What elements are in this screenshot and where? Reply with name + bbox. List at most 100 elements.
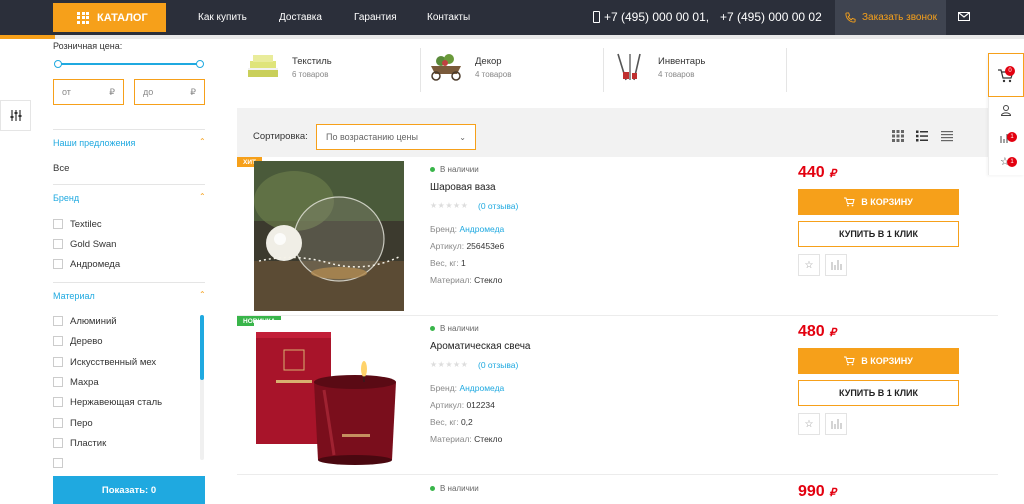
favorite-button[interactable]: ☆ [798, 254, 820, 276]
nav-contacts[interactable]: Контакты [427, 12, 470, 23]
stock-text: В наличии [440, 324, 479, 333]
category-inventory[interactable]: Инвентарь 4 товаров [610, 44, 705, 90]
brand-section-title[interactable]: Бренд [53, 193, 79, 203]
sku-value: 012234 [466, 400, 495, 410]
material-checkbox[interactable] [53, 458, 63, 468]
sort-select[interactable]: По возрастанию цены ⌄ [316, 124, 476, 150]
price-currency: ₽ [829, 487, 837, 499]
product-name[interactable]: Шаровая ваза [430, 182, 496, 193]
cart-label: В КОРЗИНУ [861, 197, 913, 207]
weight-prop-label: Вес, кг: [430, 417, 459, 427]
brand-link[interactable]: Андромеда [459, 224, 504, 234]
product-image[interactable] [254, 320, 404, 470]
offers-value[interactable]: Все [53, 163, 69, 174]
phone-1[interactable]: +7 (495) 000 00 01, [593, 10, 709, 24]
stock-status: В наличии [430, 165, 479, 174]
list-view-icon[interactable] [916, 130, 928, 142]
material-label: Алюминий [70, 316, 117, 327]
in-stock-dot [430, 326, 435, 331]
filter-toggle-button[interactable] [0, 100, 31, 131]
cart-icon [844, 197, 855, 207]
divider [53, 129, 205, 130]
product-name[interactable]: Ароматическая свеча [430, 341, 531, 352]
price-min-handle[interactable] [54, 60, 62, 68]
material-checkbox[interactable] [53, 438, 63, 448]
category-textile[interactable]: Текстиль 6 товаров [244, 44, 332, 90]
divider [786, 48, 787, 92]
brand-checkbox[interactable] [53, 259, 63, 269]
table-view-icon[interactable] [941, 130, 953, 142]
material-label: Перо [70, 418, 93, 429]
nav-how-to-buy[interactable]: Как купить [198, 12, 247, 23]
reviews-link[interactable]: (0 отзыва) [478, 201, 518, 211]
star-icon: ☆ [804, 418, 814, 430]
price-to-input[interactable]: до ₽ [134, 79, 205, 105]
product-price: 990 ₽ [798, 483, 836, 501]
phone-2[interactable]: +7 (495) 000 00 02 [720, 10, 822, 24]
material-section-title[interactable]: Материал [53, 291, 95, 301]
catalog-button[interactable]: КАТАЛОГ [53, 3, 166, 32]
buy-one-click-button[interactable]: КУПИТЬ В 1 КЛИК [798, 380, 959, 406]
in-stock-dot [430, 167, 435, 172]
category-strip: Текстиль 6 товаров Декор 4 товаров Инвента… [237, 44, 787, 92]
brand-checkbox[interactable] [53, 239, 63, 249]
mail-icon[interactable] [958, 12, 970, 21]
side-compare-button[interactable]: 1 [1000, 130, 1020, 144]
brand-prop-label: Бренд: [430, 383, 458, 393]
material-checkbox[interactable] [53, 418, 63, 428]
offers-section-title[interactable]: Наши предложения [53, 138, 135, 148]
product-image[interactable] [254, 161, 404, 311]
catalog-label: КАТАЛОГ [97, 11, 148, 24]
chevron-up-icon[interactable]: ⌃ [199, 290, 206, 299]
add-to-cart-button[interactable]: В КОРЗИНУ [798, 348, 959, 374]
price-currency: ₽ [829, 327, 837, 339]
side-favorites-button[interactable]: ☆ 1 [1000, 156, 1020, 170]
material-checkbox[interactable] [53, 336, 63, 346]
product-sku: Артикул: 256453е6 [430, 241, 504, 251]
product-card: В наличии 990 ₽ [237, 476, 998, 504]
stock-text: В наличии [440, 484, 479, 493]
grid-view-icon[interactable] [892, 130, 904, 142]
favorite-button[interactable]: ☆ [798, 413, 820, 435]
material-label: Пластик [70, 438, 107, 449]
material-scrollbar[interactable] [200, 315, 204, 380]
compare-icon [831, 260, 841, 270]
material-prop-label: Материал: [430, 434, 472, 444]
currency-sign: ₽ [190, 86, 196, 97]
rating-stars: ★★★★★ [430, 360, 469, 369]
brand-checkbox[interactable] [53, 219, 63, 229]
product-brand: Бренд: Андромеда [430, 224, 504, 234]
product-weight: Вес, кг: 0,2 [430, 417, 473, 427]
side-cart-button[interactable]: 0 [988, 53, 1024, 97]
material-checkbox[interactable] [53, 316, 63, 326]
brand-label: Gold Swan [70, 239, 117, 250]
material-label: Дерево [70, 336, 103, 347]
sku-value: 256453е6 [466, 241, 505, 251]
weight-prop-label: Вес, кг: [430, 258, 459, 268]
product-material: Материал: Стекло [430, 275, 502, 285]
compare-button[interactable] [825, 413, 847, 435]
material-value: Стекло [474, 275, 503, 285]
phone-1-text: +7 (495) 000 00 01, [604, 10, 710, 24]
user-icon[interactable] [1001, 105, 1011, 116]
callback-button[interactable]: Заказать звонок [835, 0, 946, 35]
material-checkbox[interactable] [53, 377, 63, 387]
chevron-up-icon[interactable]: ⌃ [199, 192, 206, 201]
category-decor[interactable]: Декор 4 товаров [427, 44, 511, 90]
price-from-input[interactable]: от ₽ [53, 79, 124, 105]
nav-delivery[interactable]: Доставка [279, 12, 322, 23]
price-filter-title: Розничная цена: [53, 41, 123, 51]
material-checkbox[interactable] [53, 397, 63, 407]
reviews-link[interactable]: (0 отзыва) [478, 360, 518, 370]
nav-guarantee[interactable]: Гарантия [354, 12, 397, 23]
material-checkbox[interactable] [53, 357, 63, 367]
price-value: 440 [798, 164, 825, 181]
stock-status: В наличии [430, 484, 479, 493]
brand-link[interactable]: Андромеда [459, 383, 504, 393]
price-max-handle[interactable] [196, 60, 204, 68]
show-results-button[interactable]: Показать: 0 [53, 476, 205, 504]
chevron-up-icon[interactable]: ⌃ [199, 137, 206, 146]
buy-one-click-button[interactable]: КУПИТЬ В 1 КЛИК [798, 221, 959, 247]
compare-button[interactable] [825, 254, 847, 276]
add-to-cart-button[interactable]: В КОРЗИНУ [798, 189, 959, 215]
